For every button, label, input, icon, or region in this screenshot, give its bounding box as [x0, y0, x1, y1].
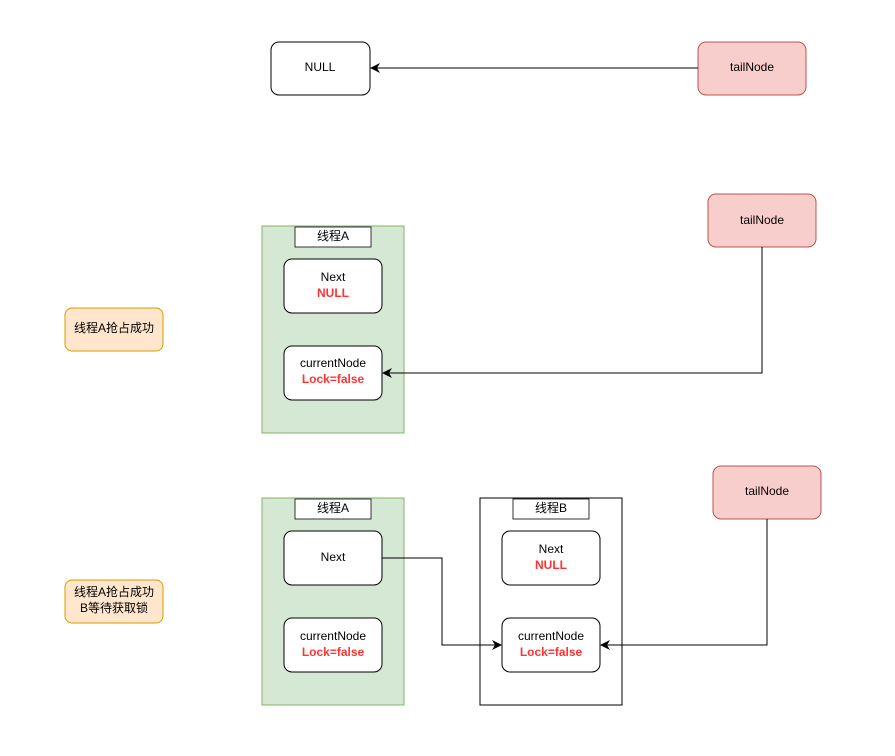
step2-thread-a: 线程A Next NULL currentNode Lock=false	[261, 225, 405, 434]
current-node-value: Lock=false	[520, 645, 583, 659]
step3-label-line2: B等待获取锁	[80, 600, 148, 615]
step3-label: 线程A抢占成功 B等待获取锁	[64, 579, 164, 624]
current-node-label: currentNode	[300, 356, 366, 370]
current-node-value: Lock=false	[302, 372, 365, 386]
thread-a-title: 线程A	[317, 500, 349, 515]
step2-label: 线程A抢占成功	[64, 307, 164, 352]
step3-label-line1: 线程A抢占成功	[74, 584, 154, 599]
null-node-label: NULL	[305, 60, 336, 74]
tail-node-label: tailNode	[730, 60, 774, 74]
step2-tail-node: tailNode	[707, 193, 817, 248]
step3-tail-node: tailNode	[712, 465, 822, 520]
current-node-value: Lock=false	[302, 645, 365, 659]
diagram-canvas: NULL tailNode 线程A抢占成功 线程A Next NULL curr…	[64, 41, 822, 706]
arrow-tail-to-thread-a-current	[382, 247, 763, 378]
next-label: Next	[539, 542, 564, 556]
tail-node-label: tailNode	[740, 213, 784, 227]
arrow-tail-to-b-current	[600, 519, 768, 650]
thread-b-title: 线程B	[535, 500, 567, 515]
step1-tail-node: tailNode	[697, 41, 807, 96]
next-label: Next	[321, 270, 346, 284]
current-node-label: currentNode	[300, 629, 366, 643]
next-label: Next	[321, 550, 346, 564]
next-value: NULL	[535, 558, 567, 572]
current-node-label: currentNode	[518, 629, 584, 643]
tail-node-label: tailNode	[745, 484, 789, 498]
next-value: NULL	[317, 286, 349, 300]
step2-label-text: 线程A抢占成功	[74, 320, 154, 335]
step3-thread-a: 线程A Next currentNode Lock=false	[261, 497, 405, 706]
step1-null-node: NULL	[270, 41, 371, 96]
step3-thread-b: 线程B Next NULL currentNode Lock=false	[479, 497, 623, 706]
thread-a-title: 线程A	[317, 228, 349, 243]
